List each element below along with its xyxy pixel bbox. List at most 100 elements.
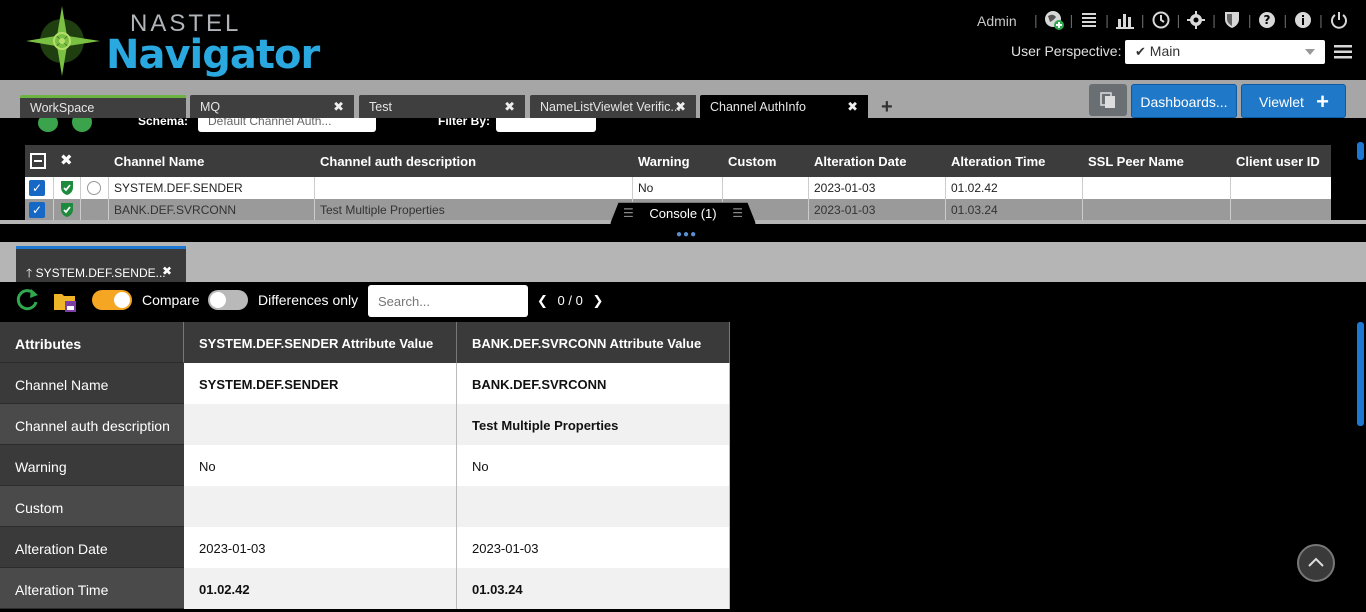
table-row: Channel Name SYSTEM.DEF.SENDER BANK.DEF.…: [0, 363, 730, 404]
schema-select[interactable]: Default Channel Auth...: [198, 118, 376, 132]
save-folder-icon[interactable]: [53, 290, 79, 319]
column-header-client-user-id[interactable]: Client user ID: [1236, 145, 1320, 177]
row-checkbox[interactable]: ✓: [29, 180, 45, 196]
lower-scrollbar[interactable]: [1357, 322, 1364, 426]
close-icon[interactable]: ✖: [333, 99, 344, 115]
add-tab-button[interactable]: +: [881, 96, 893, 119]
column-header-warning[interactable]: Warning: [638, 145, 690, 177]
tab-label: MQ: [200, 100, 221, 114]
upper-scrollbar[interactable]: [1357, 142, 1364, 160]
console-label: Console (1): [649, 206, 717, 221]
tab-namelist-viewlet[interactable]: NameListViewlet Verific... ✖: [530, 95, 696, 119]
attribute-value-1: 01.02.42: [184, 568, 457, 609]
power-icon[interactable]: [1329, 10, 1349, 30]
compare-tab-strip: [0, 242, 1366, 282]
close-icon[interactable]: ✖: [847, 99, 858, 115]
column-header-alteration-time[interactable]: Alteration Time: [951, 145, 1045, 177]
resize-handle-icon[interactable]: ●●●: [676, 229, 697, 240]
tab-label: SYSTEM.DEF.SENDE...: [35, 266, 166, 280]
cell-custom: [723, 177, 809, 199]
clock-icon[interactable]: [1151, 10, 1171, 30]
attribute-value-2: No: [457, 445, 730, 486]
cell-alteration-date: 2023-01-03: [809, 177, 946, 199]
row-checkbox[interactable]: ✓: [29, 202, 45, 218]
search-input[interactable]: Search...: [368, 285, 528, 317]
close-icon[interactable]: ✖: [60, 151, 73, 169]
filter-label: Filter By:: [438, 118, 491, 128]
attribute-name: Alteration Date: [0, 527, 184, 568]
tab-test[interactable]: Test ✖: [359, 95, 525, 119]
attribute-name: Custom: [0, 486, 184, 527]
info-icon[interactable]: [72, 118, 92, 132]
console-toggle[interactable]: ☰ Console (1) ☰: [610, 202, 756, 224]
user-name[interactable]: Admin: [977, 13, 1017, 29]
user-perspective-select[interactable]: ✔ Main: [1125, 40, 1325, 64]
drag-handle-icon: ☰: [623, 206, 634, 220]
attribute-value-2: BANK.DEF.SVRCONN: [457, 363, 730, 404]
drag-handle-icon: ☰: [732, 206, 743, 220]
scroll-to-top-button[interactable]: [1297, 544, 1335, 582]
tab-channel-authinfo[interactable]: Channel AuthInfo ✖: [700, 95, 868, 119]
compass-logo-icon: [26, 6, 100, 76]
table-row[interactable]: ✓ SYSTEM.DEF.SENDER No 2023-01-03 01.02.…: [25, 177, 1331, 199]
table-row: Warning No No: [0, 445, 730, 486]
chevron-left-icon[interactable]: ❮: [537, 293, 548, 308]
viewlet-button-label: Viewlet: [1259, 94, 1304, 110]
arrow-up-icon: 🡑: [26, 266, 33, 280]
app-root: NASTEL Navigator Admin | | | | | | | ? |…: [0, 0, 1366, 612]
cell-alteration-time: 01.02.42: [946, 177, 1083, 199]
tab-label: Test: [369, 100, 392, 114]
add-viewlet-button[interactable]: Viewlet +: [1241, 84, 1346, 118]
check-icon: ✔: [1135, 44, 1146, 59]
info-icon[interactable]: [1293, 10, 1313, 30]
tab-label: NameListViewlet Verific...: [540, 100, 681, 114]
cell-warning: No: [633, 177, 723, 199]
attribute-value-2: [457, 486, 730, 527]
attribute-value-2: Test Multiple Properties: [457, 404, 730, 445]
globe-add-icon[interactable]: [1044, 10, 1064, 30]
table-row: Custom: [0, 486, 730, 527]
tab-compare-system-def-sender[interactable]: 🡑 SYSTEM.DEF.SENDE... ✖: [16, 246, 186, 282]
column-header-channel-name[interactable]: Channel Name: [114, 145, 204, 177]
app-header: NASTEL Navigator Admin | | | | | | | ? |…: [0, 0, 1366, 80]
refresh-icon[interactable]: [14, 286, 40, 317]
chevron-right-icon[interactable]: ❯: [592, 293, 603, 308]
shield-icon[interactable]: [1222, 10, 1242, 30]
close-icon[interactable]: ✖: [675, 99, 686, 115]
filter-input[interactable]: [496, 118, 596, 132]
close-icon[interactable]: ✖: [504, 99, 515, 115]
cell-client-user: [1231, 199, 1331, 221]
gear-icon[interactable]: [1186, 10, 1206, 30]
column-header-description[interactable]: Channel auth description: [320, 145, 476, 177]
column-header-ssl-peer-name[interactable]: SSL Peer Name: [1088, 145, 1184, 177]
attribute-name: Warning: [0, 445, 184, 486]
hamburger-menu-icon[interactable]: [1334, 44, 1352, 65]
cell-description: [315, 177, 633, 199]
attribute-value-1: [184, 486, 457, 527]
column-header-custom[interactable]: Custom: [728, 145, 776, 177]
column-header-alteration-date[interactable]: Alteration Date: [814, 145, 906, 177]
match-count: 0 / 0: [557, 293, 583, 308]
bar-chart-icon[interactable]: [1115, 10, 1135, 30]
attribute-value-1: SYSTEM.DEF.SENDER: [184, 363, 457, 404]
dashboards-button[interactable]: Dashboards...: [1131, 84, 1237, 118]
user-perspective-label: User Perspective:: [1011, 43, 1122, 59]
refresh-icon[interactable]: [38, 118, 58, 132]
close-icon[interactable]: ✖: [162, 264, 172, 278]
logo-text-navigator: Navigator: [106, 32, 320, 78]
differences-only-toggle[interactable]: [208, 290, 248, 310]
compare-toggle[interactable]: [92, 290, 132, 310]
copy-button[interactable]: [1089, 84, 1127, 116]
tab-workspace[interactable]: WorkSpace: [20, 95, 186, 119]
schema-label: Schema:: [138, 118, 189, 128]
compare-toolbar: [0, 282, 1366, 322]
search-pager: ❮ 0 / 0 ❯: [537, 293, 603, 309]
cell-alteration-date: 2023-01-03: [809, 199, 946, 221]
tab-mq[interactable]: MQ ✖: [190, 95, 354, 119]
header-icon-bar: | | | | | | | ? | |: [1028, 10, 1349, 30]
chevron-down-icon: [1305, 49, 1315, 55]
list-icon[interactable]: [1079, 10, 1099, 30]
select-all-checkbox[interactable]: [30, 153, 46, 169]
attribute-name: Channel Name: [0, 363, 184, 404]
help-icon[interactable]: ?: [1257, 10, 1277, 30]
